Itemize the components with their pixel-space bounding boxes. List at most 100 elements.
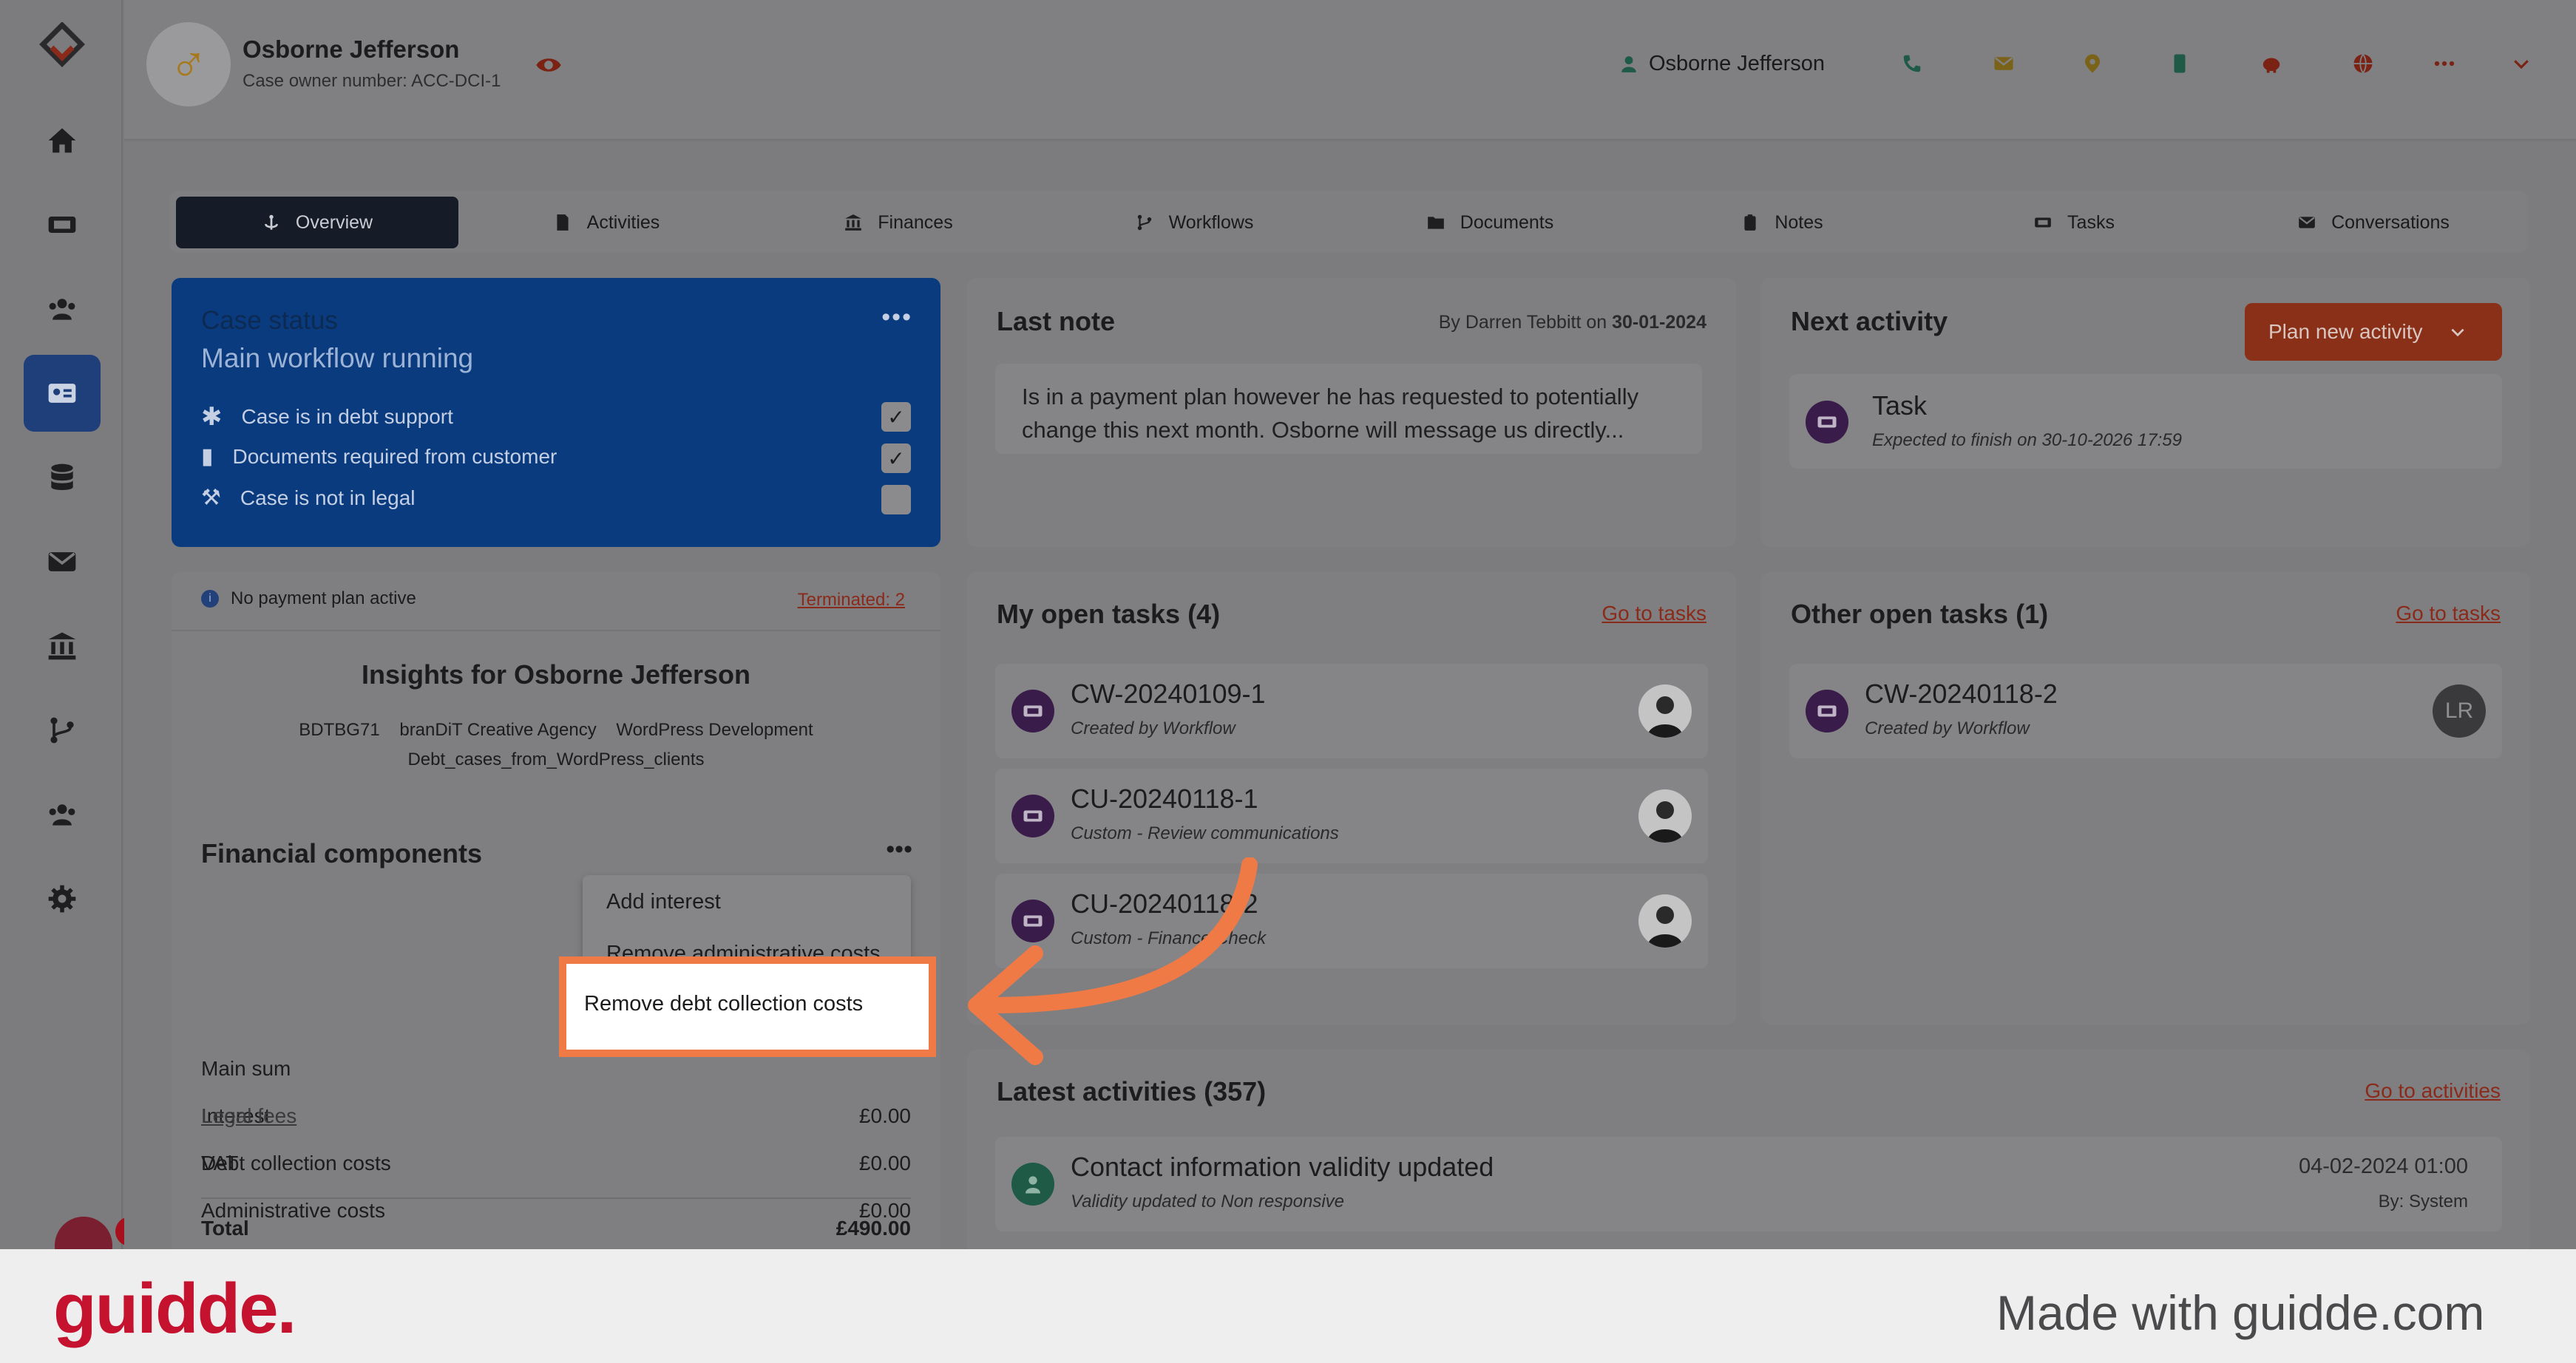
sidebar-home-icon[interactable] [24,102,101,179]
case-status-title: Case status [201,306,338,335]
sidebar-database-icon[interactable] [24,439,101,516]
payment-status: i No payment plan active [201,588,416,609]
sidebar-workflow-icon[interactable] [24,692,101,769]
last-note-card: Last note By Darren Tebbitt on 30-01-202… [967,278,1736,547]
terminated-link[interactable]: Terminated: 2 [798,590,905,611]
tab-finances[interactable]: Finances [754,197,1043,248]
ticket-icon [1011,690,1054,733]
more-icon[interactable] [2430,49,2459,78]
status-checkbox[interactable] [881,485,911,514]
footer: guidde. Made with guidde.com [0,1249,2576,1363]
phone-icon[interactable] [1897,49,1927,78]
case-status-card: Case status ••• Main workflow running ✱ … [172,278,940,547]
header-user[interactable]: Osborne Jefferson [1619,52,1825,76]
sidebar-tickets-icon[interactable] [24,186,101,263]
tab-notes[interactable]: Notes [1641,197,1922,248]
guidde-logo: guidde. [53,1269,296,1348]
sidebar-mail-icon[interactable] [24,523,101,600]
assignee-avatar [1638,684,1692,738]
main-content: Overview Activities Finances Workflows D… [124,142,2576,1271]
sidebar-settings-icon[interactable] [24,860,101,937]
envelope-icon [2299,217,2315,228]
mobile-icon[interactable] [2165,49,2194,78]
task-item[interactable]: CU-20240118-1 Custom - Review communicat… [995,769,1708,863]
ticket-icon [1806,401,1848,443]
insights-tags: Debt_cases_from_WordPress_clients [407,750,705,769]
case-status-row: ▮ Documents required from customer [201,444,557,469]
sidebar-users-icon[interactable] [24,271,101,347]
divider [201,1197,911,1199]
anchor-icon [264,214,278,230]
case-status-row: ✱ Case is in debt support [201,403,453,431]
header-user-name: Osborne Jefferson [1649,52,1826,75]
sidebar-contact-card-icon[interactable] [24,355,101,432]
financial-title: Financial components [201,838,483,869]
clipboard-icon [1744,214,1756,231]
chevron-down-icon[interactable] [2506,49,2536,78]
user-icon [1011,1163,1054,1206]
tab-conversations[interactable]: Conversations [2226,197,2521,248]
last-note-meta: By Darren Tebbitt on 30-01-2024 [1438,312,1706,333]
tab-bar: Overview Activities Finances Workflows D… [170,191,2527,253]
divider [172,630,940,631]
more-icon[interactable]: ••• [881,303,912,332]
ticket-icon [2035,217,2051,228]
plan-new-activity-button[interactable]: Plan new activity [2245,303,2502,361]
next-activity-title: Next activity [1791,306,1948,336]
next-activity-card: Next activity Plan new activity Task Exp… [1761,278,2530,547]
app-logo-icon[interactable] [38,22,86,69]
other-open-tasks-card: Other open tasks (1) Go to tasks CW-2024… [1761,572,2530,1024]
document-icon: ▮ [201,444,214,469]
sidebar: 2 [0,0,145,1274]
piggy-bank-icon[interactable] [2257,49,2286,78]
mail-icon[interactable] [1989,49,2019,78]
globe-icon[interactable] [2348,49,2378,78]
last-note-text[interactable]: Is in a payment plan however he has requ… [995,364,1702,454]
activity-item[interactable]: Contact information validity updated Val… [995,1137,2502,1231]
user-icon [1621,55,1636,72]
other-tasks-title: Other open tasks (1) [1791,599,2049,629]
tab-overview[interactable]: Overview [176,197,458,248]
folder-icon [1427,217,1444,229]
case-status-row: ⚒ Case is not in legal [201,486,416,510]
location-icon[interactable] [2078,49,2107,78]
workflow-icon [1137,214,1151,231]
header: ♂ Osborne Jefferson Case owner number: A… [124,0,2576,140]
go-to-tasks-link[interactable]: Go to tasks [1601,602,1706,625]
assignee-avatar: LR [2433,684,2486,738]
activity-date: 04-02-2024 01:00 [2299,1155,2468,1178]
status-checkbox[interactable]: ✓ [881,402,911,432]
menu-item-remove-debt-collection-costs[interactable]: Remove debt collection costs [559,956,936,1057]
next-activity-item[interactable]: Task Expected to finish on 30-10-2026 17… [1789,374,2502,469]
sidebar-bank-icon[interactable] [24,608,101,684]
info-icon: i [201,590,219,608]
made-with-text: Made with guidde.com [1996,1285,2485,1340]
tab-tasks[interactable]: Tasks [1930,197,2218,248]
owner-number: Case owner number: ACC-DCI-1 [243,71,501,91]
menu-item-add-interest[interactable]: Add interest [606,890,721,914]
task-item[interactable]: CW-20240109-1 Created by Workflow [995,664,1708,758]
pointer-arrow-icon [968,857,1258,1065]
go-to-tasks-link[interactable]: Go to tasks [2396,602,2501,625]
financial-total: Total £490.00 [201,1217,911,1240]
latest-activities-title: Latest activities (357) [997,1076,1267,1107]
go-to-activities-link[interactable]: Go to activities [2365,1079,2501,1103]
ticket-icon [1806,690,1848,733]
gavel-icon: ⚒ [201,486,221,510]
chevron-down-icon [2451,328,2464,337]
financial-row: Main sum [201,1057,291,1080]
tab-workflows[interactable]: Workflows [1050,197,1338,248]
task-item[interactable]: CW-20240118-2 Created by Workflow LR [1789,664,2502,758]
eye-icon[interactable] [534,50,563,80]
male-gender-icon: ♂ [146,22,231,106]
latest-activities-card: Latest activities (357) Go to activities… [967,1050,2530,1271]
tab-documents[interactable]: Documents [1346,197,1634,248]
tab-activities[interactable]: Activities [466,197,747,248]
financial-row: Legal fees £0.00 [201,1104,911,1127]
status-checkbox[interactable]: ✓ [881,443,911,473]
insights-title: Insights for Osborne Jefferson [361,659,751,690]
sidebar-team-icon[interactable] [24,776,101,853]
check-icon: ✓ [887,446,905,470]
more-icon[interactable]: ••• [886,835,912,864]
my-tasks-title: My open tasks (4) [997,599,1221,629]
